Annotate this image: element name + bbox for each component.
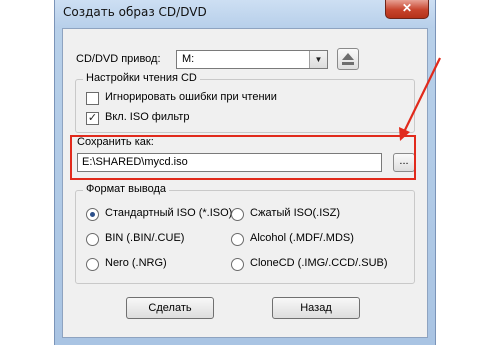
dialog-client: CD/DVD привод: M: ▼ Настройки чтения CD … — [62, 28, 428, 338]
drive-label: CD/DVD привод: — [76, 53, 161, 65]
format-label-alcohol: Alcohol (.MDF/.MDS) — [250, 232, 354, 244]
output-format-group: Формат вывода Стандартный ISO (*.ISO) Сж… — [75, 183, 415, 284]
format-radio-clonecd[interactable] — [231, 258, 244, 271]
ignore-errors-label: Игнорировать ошибки при чтении — [105, 91, 277, 103]
format-label-bin: BIN (.BIN/.CUE) — [105, 232, 185, 244]
checkmark-icon: ✓ — [87, 112, 98, 124]
eject-button[interactable] — [337, 48, 359, 70]
ignore-errors-checkbox[interactable] — [86, 92, 99, 105]
format-label-iso: Стандартный ISO (*.ISO) — [105, 207, 233, 219]
format-radio-alcohol[interactable] — [231, 233, 244, 246]
drive-select[interactable]: M: ▼ — [176, 50, 328, 69]
window-title: Создать образ CD/DVD — [63, 5, 207, 19]
title-bar[interactable]: Создать образ CD/DVD ✕ — [55, 0, 435, 28]
make-button[interactable]: Сделать — [126, 297, 214, 319]
eject-icon — [342, 53, 354, 65]
chevron-down-icon[interactable]: ▼ — [309, 51, 327, 68]
annotation-highlight-box — [70, 135, 416, 180]
iso-filter-checkbox[interactable]: ✓ — [86, 112, 99, 125]
format-label-nero: Nero (.NRG) — [105, 257, 167, 269]
format-radio-nero[interactable] — [86, 258, 99, 271]
format-label-isz: Сжатый ISO(.ISZ) — [250, 207, 341, 219]
read-settings-group: Настройки чтения CD Игнорировать ошибки … — [75, 72, 415, 133]
format-radio-bin[interactable] — [86, 233, 99, 246]
drive-select-value: M: — [182, 53, 195, 65]
format-label-clonecd: CloneCD (.IMG/.CCD/.SUB) — [250, 257, 388, 269]
format-radio-isz[interactable] — [231, 208, 244, 221]
read-settings-legend: Настройки чтения CD — [83, 72, 200, 84]
format-radio-iso[interactable] — [86, 208, 99, 221]
iso-filter-label: Вкл. ISO фильтр — [105, 111, 190, 123]
back-button[interactable]: Назад — [272, 297, 360, 319]
close-button[interactable]: ✕ — [385, 0, 429, 19]
output-format-legend: Формат вывода — [83, 183, 170, 195]
